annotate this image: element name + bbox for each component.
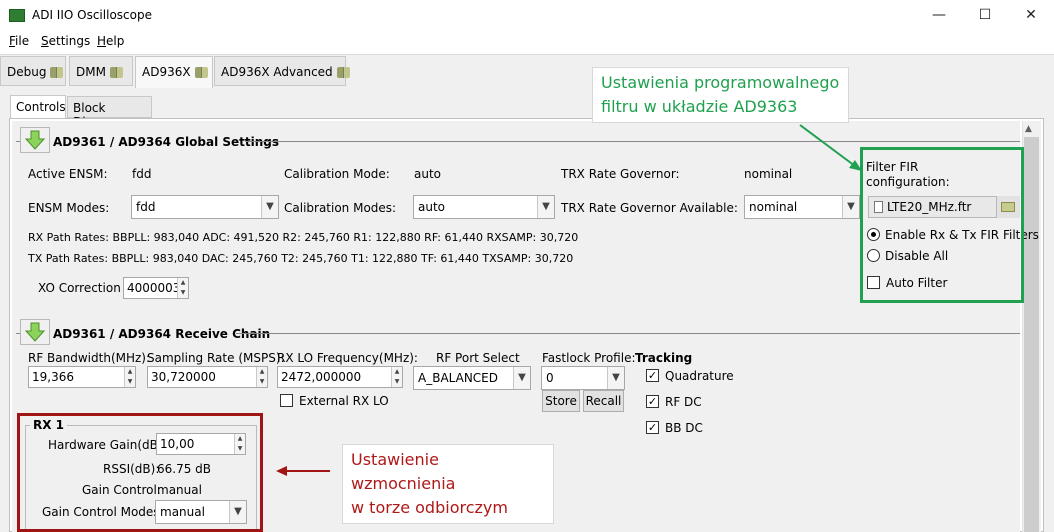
red-arrow-head bbox=[276, 466, 287, 476]
annotation-arrows bbox=[276, 124, 862, 476]
green-arrow-line bbox=[799, 124, 856, 167]
green-arrow-head bbox=[849, 160, 862, 171]
